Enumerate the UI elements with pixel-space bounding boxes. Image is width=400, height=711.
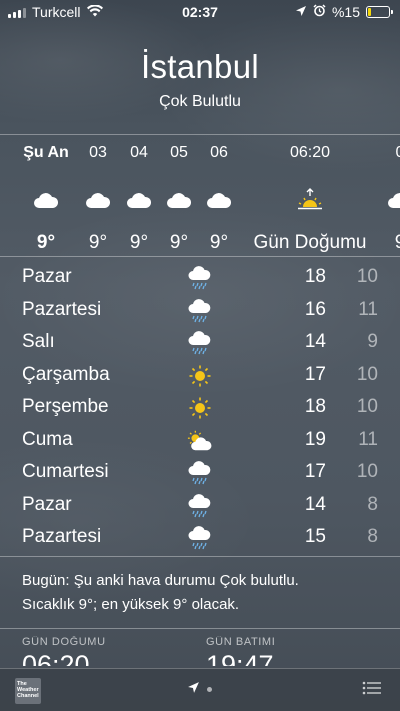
status-bar: Turkcell 02:37 %15: [0, 0, 400, 24]
sun-times: GÜN DOĞUMU 06:20 GÜN BATIMI 19:47: [0, 636, 400, 666]
page-dot[interactable]: [207, 687, 212, 692]
day-name: Salı: [22, 331, 55, 352]
low-temp: 10: [356, 363, 378, 385]
low-temp: 10: [356, 461, 378, 482]
weather-channel-logo[interactable]: The Weather Channel: [15, 678, 41, 704]
hourly-item: 06:20 Gün Doğumu: [250, 144, 370, 254]
day-name: Çarşamba: [22, 363, 110, 385]
hourly-item: 06 9°: [189, 144, 249, 254]
rain-cloud-icon: [187, 493, 213, 519]
high-temp: 19: [304, 428, 326, 450]
partly-sunny-icon: [187, 428, 213, 454]
rain-cloud-icon: [187, 298, 213, 324]
battery-icon: [366, 6, 393, 18]
low-temp: 10: [356, 266, 378, 287]
rain-cloud-icon: [187, 460, 213, 486]
bottom-toolbar: The Weather Channel: [0, 668, 400, 711]
day-name: Pazartesi: [22, 526, 102, 547]
high-temp: 15: [304, 526, 326, 547]
day-name: Perşembe: [22, 396, 109, 417]
hourly-time: 06: [210, 144, 228, 161]
hourly-item: 09: [370, 144, 400, 254]
sun-icon: [187, 395, 213, 421]
hourly-value: 9: [394, 232, 400, 253]
sunset-value: 19:47: [206, 650, 274, 666]
daily-row: Pazar 14 8: [0, 490, 400, 523]
alarm-icon: [313, 4, 326, 20]
day-name: Pazar: [22, 266, 72, 287]
hourly-time: 06:20: [289, 144, 331, 161]
divider: [0, 134, 400, 135]
summary-line: Bugün: Şu anki hava durumu Çok bulutlu.: [22, 572, 299, 589]
divider: [0, 628, 400, 629]
low-temp: 11: [358, 428, 378, 450]
location-arrow-icon[interactable]: [187, 681, 200, 699]
hourly-value: Gün Doğumu: [253, 232, 367, 253]
daily-row: Pazar 18 10: [0, 262, 400, 295]
sunrise-value: 06:20: [22, 650, 90, 666]
rain-cloud-icon: [187, 525, 213, 551]
high-temp: 18: [304, 396, 326, 417]
sunrise-label: GÜN DOĞUMU: [22, 636, 106, 648]
low-temp: 11: [358, 298, 378, 320]
high-temp: 14: [304, 331, 326, 352]
summary-line: Sıcaklık 9°; en yüksek 9° olacak.: [22, 596, 240, 613]
high-temp: 17: [304, 363, 326, 385]
daily-row: Pazartesi 15 8: [0, 522, 400, 555]
daily-forecast: Pazar 18 10 Pazartesi 16 11 Salı 14 9 Çarşamba 17 1…: [0, 262, 400, 555]
high-temp: 16: [304, 298, 326, 320]
daily-row: Çarşamba 17 10: [0, 360, 400, 393]
low-temp: 10: [356, 396, 378, 417]
list-icon[interactable]: [362, 680, 382, 701]
hourly-value: 9°: [209, 232, 229, 253]
sunrise-icon: [250, 180, 370, 220]
daily-row: Pazartesi 16 11: [0, 295, 400, 328]
rain-cloud-icon: [187, 330, 213, 356]
day-name: Pazartesi: [22, 298, 102, 320]
rain-cloud-icon: [187, 265, 213, 291]
daily-row: Cuma 19 11: [0, 425, 400, 458]
day-name: Cuma: [22, 428, 73, 450]
hourly-forecast[interactable]: Şu An9°039°049°059°069°06:20Gün Doğumu09: [0, 144, 400, 254]
hourly-time: 0: [370, 144, 400, 166]
low-temp: 8: [367, 493, 378, 515]
city-name: İstanbul: [141, 48, 259, 85]
day-name: Pazar: [22, 493, 72, 515]
day-name: Cumartesi: [22, 461, 109, 482]
daily-row: Cumartesi 17 10: [0, 457, 400, 490]
current-condition: Çok Bulutlu: [159, 93, 241, 110]
daily-row: Salı 14 9: [0, 327, 400, 360]
daily-row: Perşembe 18 10: [0, 392, 400, 425]
high-temp: 18: [304, 266, 326, 287]
cloud-icon: [370, 180, 400, 220]
low-temp: 8: [367, 526, 378, 547]
low-temp: 9: [367, 331, 378, 352]
sunset-label: GÜN BATIMI: [206, 636, 276, 648]
battery-percent: %15: [331, 4, 360, 20]
divider: [0, 256, 400, 257]
location-arrow-icon: [295, 4, 307, 20]
high-temp: 14: [304, 493, 326, 515]
today-summary: Bugün: Şu anki hava durumu Çok bulutlu. …: [22, 569, 378, 617]
sun-icon: [187, 363, 213, 389]
high-temp: 17: [304, 461, 326, 482]
cloud-icon: [189, 180, 249, 220]
divider: [0, 556, 400, 557]
